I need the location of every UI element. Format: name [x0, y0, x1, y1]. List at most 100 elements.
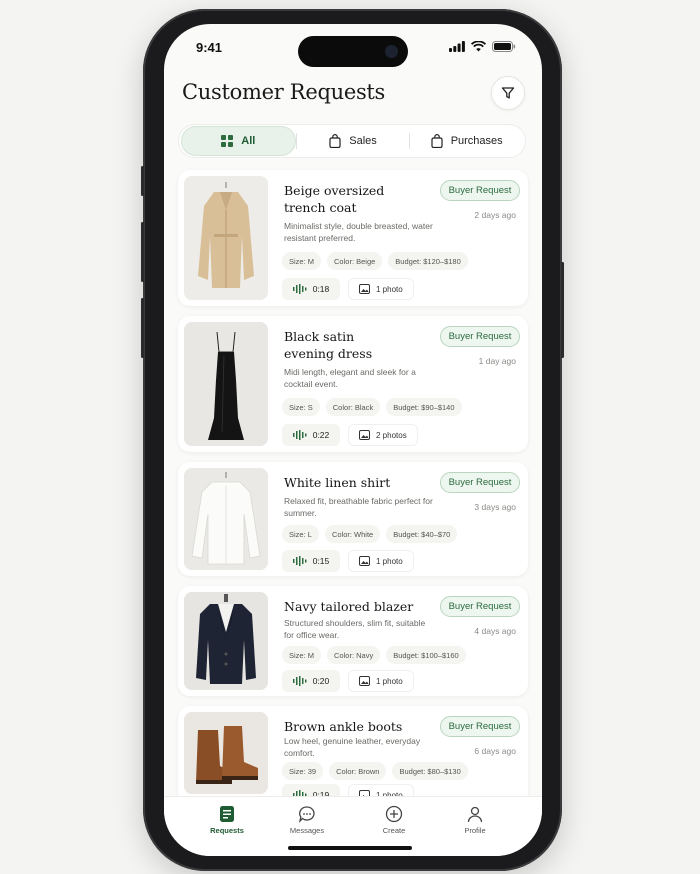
time-ago: 1 day ago: [478, 356, 516, 366]
tab-purchases[interactable]: Purchases: [410, 126, 523, 156]
user-icon: [467, 806, 483, 823]
request-card[interactable]: Navy tailored blazer Buyer Request 4 day…: [178, 586, 528, 696]
attribute-chips: Size: 39 Color: Brown Budget: $80–$130: [282, 762, 468, 780]
home-indicator: [288, 846, 412, 850]
buyer-request-badge: Buyer Request: [440, 180, 520, 201]
nav-create[interactable]: Create: [364, 805, 424, 835]
budget-chip: Budget: $90–$140: [386, 398, 462, 416]
nav-profile-label: Profile: [464, 826, 486, 835]
plus-circle-icon: [385, 805, 403, 823]
request-description: Midi length, elegant and sleek for a coc…: [284, 367, 416, 389]
request-title: White linen shirt: [284, 475, 391, 490]
voice-note-button[interactable]: 0:18: [282, 278, 340, 300]
size-chip: Size: M: [282, 252, 322, 270]
wifi-icon: [471, 41, 486, 52]
request-card[interactable]: Black satin evening dress Buyer Request …: [178, 316, 528, 452]
time-ago: 3 days ago: [474, 502, 516, 512]
signal-icon: [449, 41, 465, 52]
attachments: 0:22 2 photos: [282, 424, 418, 446]
product-image-trench-coat: [184, 176, 268, 300]
request-card[interactable]: White linen shirt Buyer Request 3 days a…: [178, 462, 528, 576]
voice-note-duration: 0:22: [312, 430, 330, 440]
photo-count: 1 photo: [376, 284, 403, 294]
filter-icon: [501, 87, 515, 99]
buyer-request-badge: Buyer Request: [440, 716, 520, 737]
product-image-linen-shirt: [184, 468, 268, 570]
size-chip: Size: 39: [282, 762, 324, 780]
waveform-icon: [292, 556, 307, 566]
tab-sales[interactable]: Sales: [297, 126, 410, 156]
photo-count: 1 photo: [376, 556, 403, 566]
budget-chip: Budget: $120–$180: [388, 252, 468, 270]
request-card[interactable]: Brown ankle boots Buyer Request 6 days a…: [178, 706, 528, 806]
attribute-chips: Size: S Color: Black Budget: $90–$140: [282, 398, 462, 416]
waveform-icon: [292, 430, 307, 440]
voice-note-button[interactable]: 0:22: [282, 424, 340, 446]
product-image-evening-dress: [184, 322, 268, 446]
buyer-request-badge: Buyer Request: [440, 596, 520, 617]
status-time: 9:41: [196, 40, 223, 55]
color-chip: Color: Black: [325, 398, 381, 416]
color-chip: Color: Navy: [327, 646, 381, 664]
battery-icon: [492, 41, 516, 52]
voice-note-duration: 0:15: [312, 556, 330, 566]
budget-chip: Budget: $40–$70: [386, 525, 458, 543]
size-chip: Size: M: [282, 646, 322, 664]
color-chip: Color: White: [324, 525, 381, 543]
photos-button[interactable]: 1 photo: [348, 550, 414, 572]
request-title: Brown ankle boots: [284, 719, 403, 734]
image-icon: [359, 284, 370, 294]
tab-purchases-label: Purchases: [450, 135, 503, 147]
size-chip: Size: S: [282, 398, 320, 416]
attribute-chips: Size: M Color: Navy Budget: $100–$160: [282, 646, 466, 664]
tab-all-label: All: [241, 135, 256, 147]
voice-note-duration: 0:18: [312, 284, 330, 294]
nav-requests[interactable]: Requests: [197, 805, 257, 835]
request-title: Navy tailored blazer: [284, 599, 414, 614]
image-icon: [359, 556, 370, 566]
photo-count: 2 photos: [376, 430, 407, 440]
volume-up-button: [141, 222, 144, 282]
mute-switch: [141, 166, 144, 196]
time-ago: 2 days ago: [474, 210, 516, 220]
request-card[interactable]: Beige oversized trench coat Buyer Reques…: [178, 170, 528, 306]
request-description: Relaxed fit, breathable fabric perfect f…: [284, 496, 433, 518]
power-button: [561, 262, 564, 358]
app-screen: 9:41 Customer Requests All Sales Purchas…: [164, 24, 542, 856]
request-description: Minimalist style, double breasted, water…: [284, 221, 433, 243]
attachments: 0:15 1 photo: [282, 550, 414, 572]
attachments: 0:18 1 photo: [282, 278, 414, 300]
volume-down-button: [141, 298, 144, 358]
waveform-icon: [292, 284, 307, 294]
voice-note-button[interactable]: 0:20: [282, 670, 340, 692]
bag-icon: [431, 134, 443, 148]
request-title: Black satin evening dress: [284, 329, 373, 361]
photos-button[interactable]: 1 photo: [348, 670, 414, 692]
status-icons: [449, 41, 516, 52]
tab-all[interactable]: All: [181, 126, 296, 156]
nav-messages[interactable]: Messages: [277, 805, 337, 835]
filter-button[interactable]: [491, 76, 525, 110]
document-icon: [220, 806, 234, 822]
photos-button[interactable]: 1 photo: [348, 278, 414, 300]
segmented-tabs: All Sales Purchases: [178, 124, 526, 158]
budget-chip: Budget: $100–$160: [386, 646, 466, 664]
dynamic-island: [298, 36, 408, 67]
color-chip: Color: Beige: [327, 252, 383, 270]
bag-icon: [329, 134, 341, 148]
nav-profile[interactable]: Profile: [445, 805, 505, 835]
product-image-ankle-boots: [184, 712, 268, 794]
photos-button[interactable]: 2 photos: [348, 424, 418, 446]
request-title: Beige oversized trench coat: [284, 183, 385, 215]
status-bar: 9:41: [164, 24, 542, 68]
request-description: Structured shoulders, slim fit, suitable…: [284, 618, 426, 640]
nav-create-label: Create: [382, 826, 406, 835]
product-image-navy-blazer: [184, 592, 268, 690]
nav-messages-label: Messages: [289, 826, 325, 835]
time-ago: 4 days ago: [474, 626, 516, 636]
color-chip: Color: Brown: [329, 762, 387, 780]
voice-note-button[interactable]: 0:15: [282, 550, 340, 572]
budget-chip: Budget: $80–$130: [392, 762, 468, 780]
grid-icon: [221, 135, 234, 147]
attachments: 0:20 1 photo: [282, 670, 414, 692]
